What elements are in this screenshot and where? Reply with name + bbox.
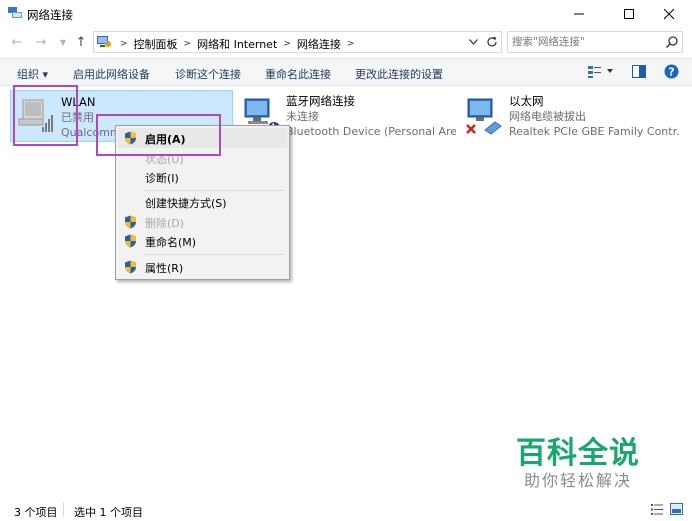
minimize-button[interactable] xyxy=(556,0,602,28)
rename-button[interactable]: 重命名此连接 xyxy=(265,66,331,82)
breadcrumb-separator-icon: > xyxy=(120,39,128,49)
highlight-box-wlan xyxy=(13,85,78,146)
menu-separator xyxy=(144,254,285,255)
arrow-up-icon: ↑ xyxy=(75,34,87,50)
arrow-left-icon: ← xyxy=(11,34,23,50)
title-bar: 网络连接 xyxy=(0,0,692,28)
search-icon[interactable] xyxy=(665,35,679,49)
help-icon[interactable]: ? xyxy=(664,64,679,79)
menu-item-diagnose[interactable]: 诊断(I) xyxy=(118,167,287,187)
menu-separator xyxy=(144,190,285,191)
details-view-icon[interactable] xyxy=(651,504,663,515)
network-connections-icon xyxy=(8,7,22,18)
ethernet-adapter-icon xyxy=(466,98,502,135)
forward-button[interactable]: → xyxy=(32,33,50,51)
menu-item-label: 删除(D) xyxy=(145,217,185,230)
watermark-subtitle: 助你轻松解决 xyxy=(524,471,633,490)
maximize-icon xyxy=(624,9,634,19)
change-view-icon[interactable] xyxy=(588,65,602,79)
recent-locations-button[interactable]: ▼ xyxy=(54,33,72,51)
control-panel-icon xyxy=(97,36,111,47)
address-bar[interactable]: > 控制面板 > 网络和 Internet > 网络连接 > xyxy=(93,31,502,53)
connection-name: 蓝牙网络连接 xyxy=(286,94,355,108)
breadcrumb-network-connections[interactable]: 网络连接 xyxy=(297,36,341,52)
connection-status: 网络电缆被拔出 xyxy=(509,110,586,123)
svg-text:?: ? xyxy=(668,66,674,79)
window-title: 网络连接 xyxy=(27,8,73,22)
chevron-down-icon xyxy=(468,39,478,45)
uac-shield-icon xyxy=(125,234,136,248)
menu-item-label: 创建快捷方式(S) xyxy=(145,197,227,210)
refresh-button[interactable] xyxy=(484,34,500,50)
selected-count: 选中 1 个项目 xyxy=(74,506,143,519)
organize-menu[interactable]: 组织 ▾ xyxy=(17,66,48,82)
chevron-down-icon: ▼ xyxy=(59,37,67,47)
uac-shield-icon xyxy=(125,260,136,274)
menu-item-create-shortcut[interactable]: 创建快捷方式(S) xyxy=(118,192,287,212)
menu-item-rename[interactable]: 重命名(M) xyxy=(118,231,287,251)
highlight-box-enable xyxy=(96,114,221,156)
breadcrumb-network-internet[interactable]: 网络和 Internet xyxy=(197,36,277,52)
connection-device: Realtek PCIe GBE Family Contr... xyxy=(509,125,679,138)
back-button[interactable]: ← xyxy=(8,33,26,51)
refresh-icon xyxy=(487,37,497,47)
minimize-icon xyxy=(574,13,584,15)
status-bar: 3 个项目 选中 1 个项目 xyxy=(0,498,692,521)
diagnose-button[interactable]: 诊断这个连接 xyxy=(175,66,241,82)
close-button[interactable] xyxy=(646,0,692,28)
item-count: 3 个项目 xyxy=(14,506,58,519)
connection-ethernet[interactable]: 以太网 网络电缆被拔出 Realtek PCIe GBE Family Cont… xyxy=(459,90,684,142)
address-row: ← → ▼ ↑ > 控制面板 > 网络和 Internet > 网络连接 > xyxy=(0,28,692,56)
close-icon xyxy=(664,9,674,19)
breadcrumb-separator-icon: > xyxy=(283,39,291,49)
enable-device-button[interactable]: 启用此网络设备 xyxy=(73,66,150,82)
change-settings-button[interactable]: 更改此连接的设置 xyxy=(355,66,443,82)
search-input[interactable] xyxy=(512,34,662,50)
menu-item-label: 属性(R) xyxy=(145,262,184,275)
menu-item-delete: 删除(D) xyxy=(118,212,287,232)
up-button[interactable]: ↑ xyxy=(72,33,90,51)
command-bar: 组织 ▾ 启用此网络设备 诊断这个连接 重命名此连接 更改此连接的设置 ? xyxy=(0,58,692,86)
status-divider xyxy=(63,502,64,517)
preview-pane-icon[interactable] xyxy=(632,65,646,78)
breadcrumb-separator-icon: > xyxy=(183,39,192,49)
connection-device: Bluetooth Device (Personal Are... xyxy=(286,125,456,138)
breadcrumb: > 控制面板 > 网络和 Internet > 网络连接 > xyxy=(114,36,360,52)
connection-status: 未连接 xyxy=(286,110,319,123)
menu-item-label: 诊断(I) xyxy=(145,172,179,185)
menu-item-properties[interactable]: 属性(R) xyxy=(118,257,287,277)
address-dropdown-button[interactable] xyxy=(466,35,480,49)
connection-name: 以太网 xyxy=(509,94,544,108)
uac-shield-icon xyxy=(125,215,136,229)
view-options-icon[interactable] xyxy=(607,69,613,73)
watermark-title: 百科全说 xyxy=(516,436,640,471)
breadcrumb-separator-icon: > xyxy=(346,39,355,49)
large-icons-view-icon[interactable] xyxy=(670,503,683,515)
arrow-right-icon: → xyxy=(35,34,47,50)
search-box[interactable] xyxy=(507,31,683,53)
menu-item-label: 重命名(M) xyxy=(145,236,197,249)
breadcrumb-control-panel[interactable]: 控制面板 xyxy=(134,36,178,52)
